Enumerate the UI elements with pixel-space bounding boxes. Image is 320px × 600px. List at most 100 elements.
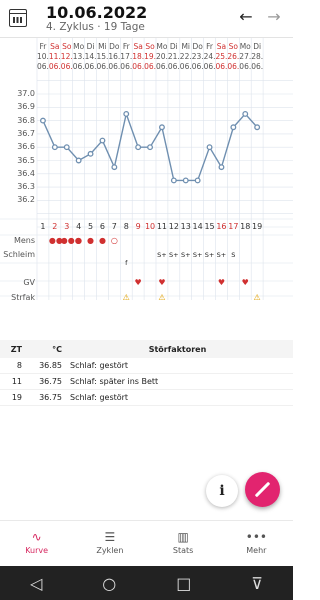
temperature-point	[206, 144, 213, 151]
tab-zyklen[interactable]: ☰ Zyklen	[73, 521, 146, 565]
y-tick-label: 36.5	[17, 155, 35, 165]
date-header-wd: Fr	[39, 42, 47, 51]
date-header-wd: Mo	[156, 42, 168, 51]
date-header-m: 06.	[84, 62, 97, 71]
cycle-day-number: 10	[144, 222, 156, 231]
y-tick-label: 37.0	[17, 89, 35, 98]
cycle-day-number: 11	[156, 222, 168, 231]
table-row[interactable]: 19 36.75 Schlaf: gestört	[0, 390, 293, 406]
cycle-subtitle: 4. Zyklus · 19 Tage	[46, 21, 145, 33]
table-row[interactable]: 8 36.85 Schlaf: gestört	[0, 358, 293, 374]
row-day: 11	[11, 377, 22, 386]
cycle-day-number: 14	[192, 222, 203, 231]
header-zt: ZT	[10, 344, 22, 354]
page-title: 10.06.2022	[46, 3, 148, 22]
temperature-point	[99, 137, 106, 144]
date-header-d: 18.	[132, 52, 145, 61]
cycle-day-number: 5	[87, 222, 94, 231]
strfak-mark: ⚠	[253, 293, 261, 302]
cycle-day-number: 15	[204, 222, 215, 231]
mens-row-label: Mens	[13, 236, 35, 245]
date-header-d: 25.	[215, 52, 228, 61]
date-header-d: 16.	[108, 52, 121, 61]
row-temp: 36.85	[39, 361, 62, 370]
temperature-point	[87, 150, 94, 157]
temperature-point	[218, 164, 225, 171]
tab-stats[interactable]: ▥ Stats	[147, 521, 220, 565]
temperature-point	[158, 124, 165, 131]
table-row[interactable]: 11 36.75 Schlaf: später ins Bett	[0, 374, 293, 390]
gv-mark: ♥	[217, 278, 226, 287]
temperature-chart[interactable]: 37.0 36.9 36.8 36.7 36.6 36.5 36.4 36.3 36.2 Fr 10…	[0, 38, 293, 338]
previous-arrow-icon[interactable]: ←	[236, 7, 256, 27]
tab-label: Mehr	[246, 546, 267, 555]
date-header-wd: Mo	[73, 42, 85, 51]
date-header-wd: Fr	[206, 42, 213, 51]
temperature-point	[242, 110, 249, 117]
cycle-day-number: 12	[168, 222, 179, 231]
home-icon[interactable]: ○	[102, 574, 116, 593]
schleim-mark: S+	[204, 251, 215, 259]
tab-label: Kurve	[25, 546, 49, 555]
row-day: 8	[16, 361, 22, 370]
schleim-mark: S+	[180, 251, 191, 259]
mens-mark: ●	[75, 236, 83, 245]
date-header-m: 06.	[60, 62, 73, 71]
next-arrow-icon[interactable]: →	[264, 7, 284, 27]
tab-mehr[interactable]: ••• Mehr	[220, 521, 293, 565]
date-header-m: 06.	[48, 62, 61, 71]
date-header-wd: Fr	[122, 42, 130, 51]
date-header-m: 06.	[144, 62, 157, 71]
notification-icon[interactable]: ⊽	[251, 574, 263, 593]
date-header-d: 27.	[239, 52, 252, 61]
recents-icon[interactable]: □	[176, 574, 191, 593]
date-header-wd: Di	[86, 42, 95, 51]
bottom-navigation: ∿ Kurve ☰ Zyklen ▥ Stats ••• Mehr	[0, 520, 293, 565]
table-header: ZT °C Störfaktoren	[0, 340, 293, 358]
date-header-d: 28.	[251, 52, 264, 61]
info-button[interactable]: i	[206, 475, 238, 507]
tab-kurve[interactable]: ∿ Kurve	[0, 521, 73, 565]
more-icon: •••	[245, 530, 267, 544]
date-header-m: 06.	[203, 62, 216, 71]
row-factor: Schlaf: später ins Bett	[70, 377, 159, 386]
gv-row-label: GV	[23, 278, 35, 287]
date-header-m: 06.	[239, 62, 252, 71]
date-header-m: 06.	[251, 62, 264, 71]
date-header-wd: Mo	[239, 42, 251, 51]
date-header-m: 06.	[227, 62, 240, 71]
strfak-mark: ⚠	[158, 293, 166, 302]
date-header-wd: So	[62, 42, 72, 51]
mens-mark: ●	[98, 236, 106, 245]
calendar-icon[interactable]	[9, 9, 27, 27]
header-factors: Störfaktoren	[148, 344, 207, 354]
edit-button[interactable]	[245, 472, 280, 507]
date-header-d: 22.	[179, 52, 192, 61]
date-header-m: 06.	[96, 62, 109, 71]
date-header-wd: Di	[253, 42, 262, 51]
temperature-point	[111, 164, 118, 171]
date-header-d: 15.	[96, 52, 109, 61]
date-header-wd: Mi	[181, 42, 191, 51]
y-tick-label: 36.7	[17, 128, 35, 138]
top-app-bar: 10.06.2022 4. Zyklus · 19 Tage ← →	[0, 0, 293, 38]
schleim-mark: S	[231, 251, 236, 259]
cycle-day-number: 4	[76, 222, 82, 231]
y-tick-label: 36.2	[17, 195, 35, 205]
date-header-m: 06.	[179, 62, 192, 71]
date-header-m: 06.	[156, 62, 168, 71]
back-icon[interactable]: ◁	[30, 574, 42, 593]
date-header-wd: Sa	[50, 42, 60, 51]
cycle-day-number: 2	[52, 222, 58, 231]
date-header-m: 06.	[167, 62, 180, 71]
y-tick-label: 36.6	[17, 142, 35, 152]
cycle-day-number: 17	[228, 222, 239, 231]
date-header-d: 11.	[48, 52, 61, 61]
date-header-d: 26.	[227, 52, 240, 61]
date-header-m: 06.	[37, 62, 49, 71]
temperature-point	[170, 177, 177, 184]
date-header-wd: Do	[109, 42, 120, 51]
temperature-point	[63, 144, 70, 151]
cycle-day-number: 3	[64, 222, 70, 231]
temperature-point	[254, 124, 261, 131]
